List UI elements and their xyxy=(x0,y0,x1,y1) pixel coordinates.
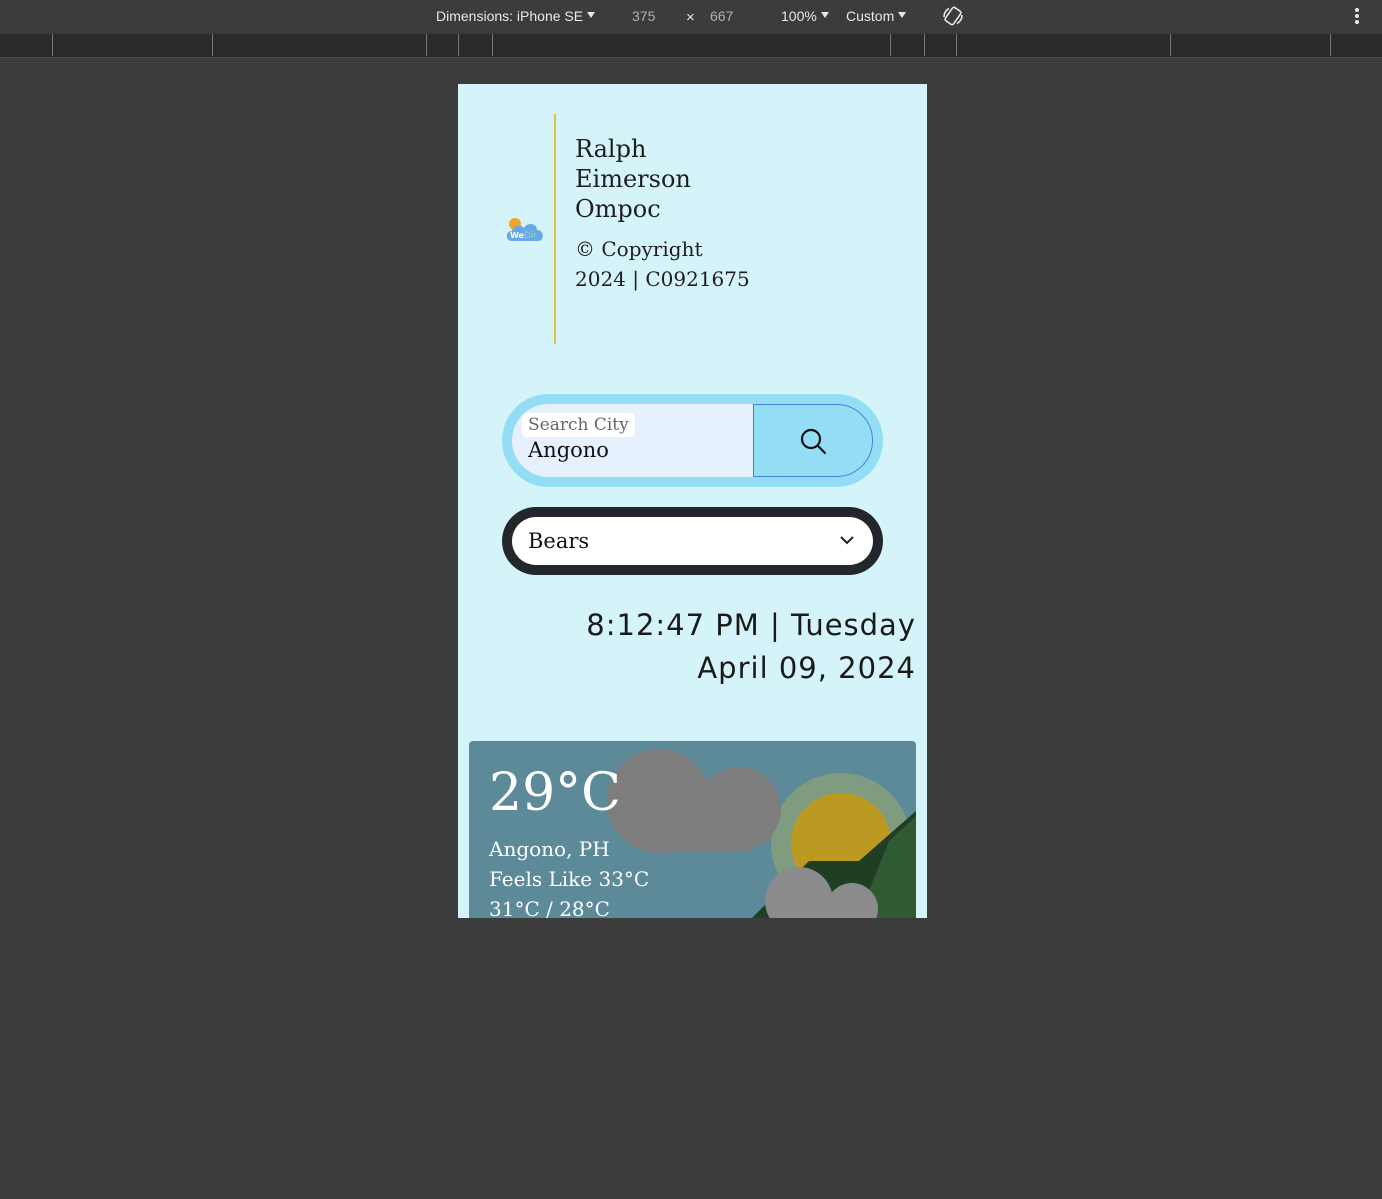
weather-card: 29°C Angono, PH Feels Like 33°C 31°C / 2… xyxy=(469,741,916,918)
media-query-ruler xyxy=(0,34,1382,58)
header-divider xyxy=(554,114,556,344)
search-form: Search City xyxy=(502,394,883,487)
zoom-dropdown[interactable]: 100% xyxy=(781,8,829,24)
theme-select[interactable]: Bears xyxy=(512,517,873,565)
caret-down-icon xyxy=(820,12,829,19)
width-input[interactable]: 375 xyxy=(632,8,655,24)
caret-down-icon xyxy=(898,12,907,19)
feels-like: Feels Like 33°C xyxy=(489,867,650,891)
location: Angono, PH xyxy=(489,837,610,861)
search-label: Search City xyxy=(522,413,635,437)
devtools-device-toolbar: Dimensions: iPhone SE 375 × 667 100% Cus… xyxy=(0,0,1382,34)
caret-down-icon xyxy=(587,12,596,19)
search-icon xyxy=(800,428,827,454)
search-input[interactable] xyxy=(528,438,738,462)
throttle-dropdown[interactable]: Custom xyxy=(846,8,907,24)
search-field[interactable]: Search City xyxy=(512,404,753,477)
times-icon: × xyxy=(686,9,695,26)
author-name: Ralph Eimerson Ompoc xyxy=(575,135,691,223)
theme-select-wrapper: Bears xyxy=(502,507,883,575)
temperature-range: 31°C / 28°C xyxy=(489,897,610,918)
dimensions-dropdown[interactable]: Dimensions: iPhone SE xyxy=(436,8,596,24)
height-input[interactable]: 667 xyxy=(710,8,733,24)
dimensions-label: Dimensions: iPhone SE xyxy=(436,8,584,24)
svg-text:We: We xyxy=(510,231,525,240)
svg-text:Dir: Dir xyxy=(524,231,537,241)
theme-select-value: Bears xyxy=(528,529,590,553)
site-header: We Dir Ralph Eimerson Ompoc © Copyright … xyxy=(504,114,764,344)
time-line: 8:12:47 PM | Tuesday xyxy=(586,608,916,642)
throttle-label: Custom xyxy=(846,8,895,24)
device-viewport: We Dir Ralph Eimerson Ompoc © Copyright … xyxy=(458,84,927,918)
copyright-text: © Copyright 2024 | C0921675 xyxy=(575,237,750,291)
temperature: 29°C xyxy=(489,763,621,823)
weather-logo-icon: We Dir xyxy=(506,215,546,243)
chevron-down-icon xyxy=(840,536,854,545)
zoom-label: 100% xyxy=(781,8,817,24)
search-button[interactable] xyxy=(753,404,873,477)
date-line: April 09, 2024 xyxy=(697,651,916,685)
rotate-icon[interactable] xyxy=(941,4,965,31)
date-time-display: 8:12:47 PM | Tuesday April 09, 2024 xyxy=(586,604,916,690)
more-options-icon[interactable] xyxy=(1353,6,1361,29)
